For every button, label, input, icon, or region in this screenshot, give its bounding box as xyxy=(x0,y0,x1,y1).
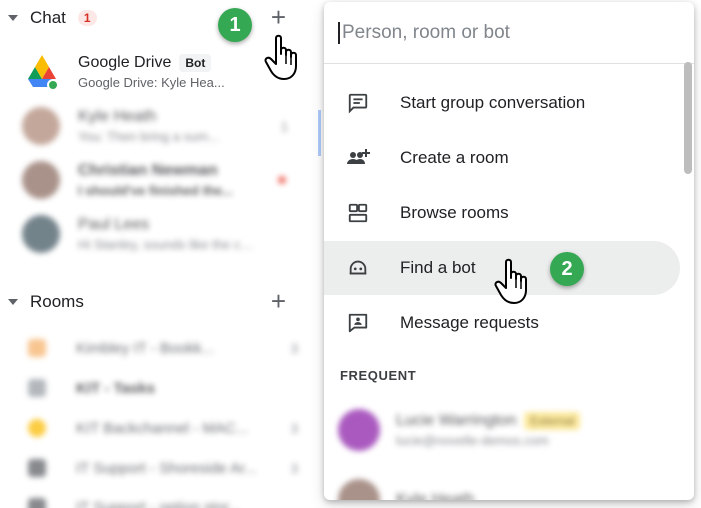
collapse-caret-icon[interactable] xyxy=(8,15,18,21)
menu-label: Create a room xyxy=(400,148,509,167)
room-icon xyxy=(28,339,46,357)
contact-email: lucie@novelle-demos.com xyxy=(396,433,549,448)
menu-start-group-conversation[interactable]: Start group conversation xyxy=(324,76,680,130)
search-box[interactable] xyxy=(324,2,694,64)
chat-item[interactable]: Kyle Heath You: Then bring a sum... 1 xyxy=(22,99,292,153)
avatar xyxy=(22,215,60,253)
menu-create-room[interactable]: Create a room xyxy=(324,131,680,185)
avatar xyxy=(338,409,380,451)
chat-preview: Google Drive: Kyle Hea... xyxy=(78,75,225,90)
frequent-contact[interactable]: Lucie Warrington External lucie@novelle-… xyxy=(338,400,668,460)
room-item[interactable]: KIT Backchannel - MAC... 3 xyxy=(28,409,298,447)
room-count: 3 xyxy=(290,420,298,436)
room-name: KIT Backchannel - MAC... xyxy=(76,419,249,437)
step-marker-2: 2 xyxy=(550,252,584,286)
chat-preview: You: Then bring a sum... xyxy=(78,129,219,144)
avatar xyxy=(338,479,380,500)
menu-label: Browse rooms xyxy=(400,203,509,222)
create-room-icon xyxy=(346,146,370,170)
room-name: IT Support - Shoreside Ar... xyxy=(76,459,257,477)
chat-item[interactable]: Paul Lees Hi Stanley, sounds like the ca… xyxy=(22,207,292,261)
new-chat-dropdown: Start group conversation Create a room B… xyxy=(324,2,694,500)
room-name: IT Support - option stor... xyxy=(76,498,241,508)
room-icon xyxy=(28,498,46,508)
bot-icon xyxy=(346,256,370,280)
rooms-section-header[interactable]: Rooms + xyxy=(0,284,320,320)
frequent-heading: FREQUENT xyxy=(340,368,417,383)
chat-item-google-drive[interactable]: Google Drive Bot Google Drive: Kyle Hea.… xyxy=(22,45,292,99)
chat-section-header[interactable]: Chat 1 + xyxy=(0,0,320,36)
contact-name: Lucie Warrington xyxy=(396,412,517,429)
chat-preview: Hi Stanley, sounds like the ca... xyxy=(78,237,258,252)
group-conversation-icon xyxy=(346,91,370,115)
room-item[interactable]: IT Support - option stor... xyxy=(28,488,298,508)
chat-item[interactable]: Christian Newman I should've finished th… xyxy=(22,153,292,207)
hand-cursor-icon xyxy=(264,34,297,80)
chat-name: Christian Newman xyxy=(78,162,218,179)
frequent-contact[interactable]: Kyle Heath xyxy=(338,470,668,500)
room-count: 3 xyxy=(290,340,298,356)
hand-cursor-icon xyxy=(494,258,527,304)
browse-rooms-icon xyxy=(346,201,370,225)
room-item[interactable]: KIT - Tasks xyxy=(28,369,298,407)
room-icon xyxy=(28,379,46,397)
rooms-section-title: Rooms xyxy=(30,292,84,311)
scrollbar[interactable] xyxy=(684,62,692,174)
chat-section-title: Chat xyxy=(30,8,66,27)
room-icon xyxy=(28,419,46,437)
room-item[interactable]: Kimbley IT - Bookk... 3 xyxy=(28,329,298,367)
unread-count-badge: 1 xyxy=(77,10,97,26)
menu-label: Find a bot xyxy=(400,258,476,277)
chat-preview: I should've finished the... xyxy=(78,183,233,198)
search-input[interactable] xyxy=(338,21,668,44)
room-name: Kimbley IT - Bookk... xyxy=(76,339,215,357)
room-item[interactable]: IT Support - Shoreside Ar... 3 xyxy=(28,449,298,487)
bot-tag: Bot xyxy=(179,54,212,72)
google-drive-icon xyxy=(28,55,59,91)
menu-browse-rooms[interactable]: Browse rooms xyxy=(324,186,680,240)
message-requests-icon xyxy=(346,311,370,335)
unread-dot xyxy=(278,176,286,184)
avatar xyxy=(22,161,60,199)
menu-label: Message requests xyxy=(400,313,539,332)
room-icon xyxy=(28,459,46,477)
step-marker-1: 1 xyxy=(218,8,252,42)
google-drive-avatar xyxy=(22,53,60,91)
start-chat-plus-icon[interactable]: + xyxy=(271,4,286,30)
room-name: KIT - Tasks xyxy=(76,379,155,397)
selection-edge xyxy=(318,110,321,156)
menu-label: Start group conversation xyxy=(400,93,586,112)
chat-count: 1 xyxy=(280,118,288,134)
external-tag: External xyxy=(524,412,581,430)
chat-name: Google Drive xyxy=(78,54,172,71)
chat-name: Kyle Heath xyxy=(78,108,157,125)
chat-name: Paul Lees xyxy=(78,216,150,233)
collapse-caret-icon[interactable] xyxy=(8,299,18,305)
room-count: 3 xyxy=(290,460,298,476)
add-room-plus-icon[interactable]: + xyxy=(271,288,286,314)
avatar xyxy=(22,107,60,145)
contact-name: Kyle Heath xyxy=(396,491,475,500)
